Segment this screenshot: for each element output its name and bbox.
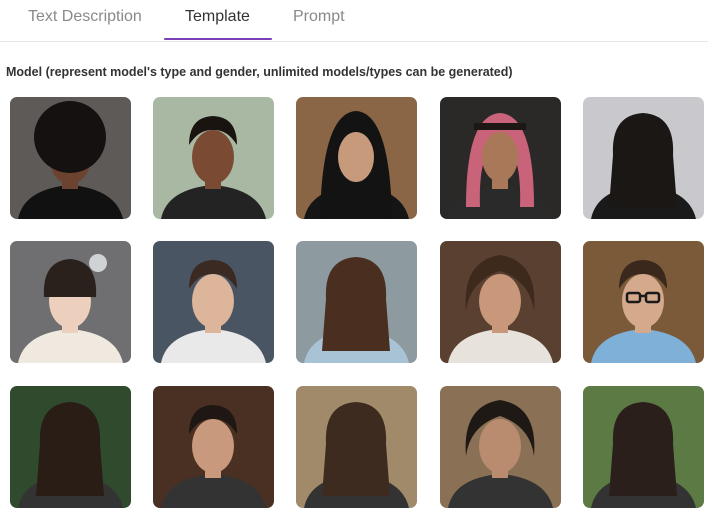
model-card[interactable] <box>440 241 561 363</box>
model-photo <box>10 386 131 508</box>
model-card[interactable] <box>10 241 131 363</box>
model-card[interactable] <box>10 386 131 508</box>
model-card[interactable] <box>583 386 704 508</box>
model-photo <box>296 241 417 363</box>
model-card[interactable] <box>153 241 274 363</box>
model-photo <box>440 97 561 219</box>
model-card[interactable] <box>10 97 131 219</box>
model-grid <box>0 0 720 508</box>
model-card[interactable] <box>440 386 561 508</box>
model-photo <box>153 97 274 219</box>
model-photo <box>10 241 131 363</box>
model-photo <box>583 97 704 219</box>
model-photo <box>583 386 704 508</box>
model-photo <box>153 241 274 363</box>
model-photo <box>440 241 561 363</box>
model-photo <box>583 241 704 363</box>
model-card[interactable] <box>583 97 704 219</box>
model-card[interactable] <box>296 241 417 363</box>
model-card[interactable] <box>296 97 417 219</box>
model-photo <box>440 386 561 508</box>
model-card[interactable] <box>296 386 417 508</box>
model-photo <box>153 386 274 508</box>
model-card[interactable] <box>583 241 704 363</box>
model-photo <box>10 97 131 219</box>
model-card[interactable] <box>153 386 274 508</box>
model-card[interactable] <box>440 97 561 219</box>
model-photo <box>296 97 417 219</box>
model-photo <box>296 386 417 508</box>
model-card[interactable] <box>153 97 274 219</box>
